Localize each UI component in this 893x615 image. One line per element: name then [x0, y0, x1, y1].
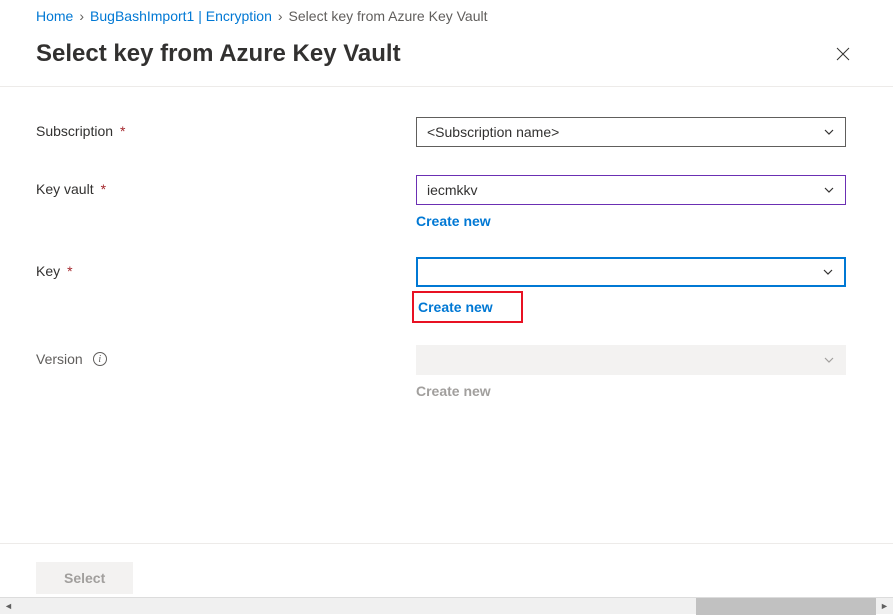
field-keyvault: Key vault * iecmkkv Create new [36, 175, 857, 229]
chevron-down-icon [821, 352, 837, 368]
field-subscription: Subscription * <Subscription name> [36, 117, 857, 147]
highlight-annotation: Create new [412, 291, 523, 323]
dropdown-value: iecmkkv [427, 182, 478, 198]
label-text: Key [36, 263, 60, 279]
blade-header: Select key from Azure Key Vault [0, 34, 893, 87]
chevron-down-icon [821, 124, 837, 140]
footer: Select [0, 543, 893, 594]
page-title: Select key from Azure Key Vault [36, 40, 401, 68]
scroll-left-icon[interactable]: ◄ [0, 598, 17, 615]
field-version: Version i Create new [36, 345, 857, 399]
scrollbar-thumb[interactable] [696, 598, 876, 615]
subscription-dropdown[interactable]: <Subscription name> [416, 117, 846, 147]
create-new-version-link: Create new [416, 383, 491, 399]
breadcrumb: Home › BugBashImport1 | Encryption › Sel… [0, 0, 893, 34]
chevron-right-icon: › [79, 8, 84, 24]
label-keyvault: Key vault * [36, 175, 416, 197]
version-dropdown [416, 345, 846, 375]
required-indicator: * [120, 123, 125, 139]
chevron-right-icon: › [278, 8, 283, 24]
chevron-down-icon [820, 264, 836, 280]
form-area: Subscription * <Subscription name> Key v… [0, 87, 893, 399]
label-subscription: Subscription * [36, 117, 416, 139]
field-key: Key * Create new [36, 257, 857, 323]
label-text: Version [36, 351, 83, 367]
breadcrumb-resource[interactable]: BugBashImport1 | Encryption [90, 8, 272, 24]
breadcrumb-current: Select key from Azure Key Vault [289, 8, 488, 24]
label-text: Subscription [36, 123, 113, 139]
scroll-right-icon[interactable]: ► [876, 598, 893, 615]
create-new-key-link[interactable]: Create new [418, 299, 493, 315]
label-key: Key * [36, 257, 416, 279]
breadcrumb-home[interactable]: Home [36, 8, 73, 24]
required-indicator: * [67, 263, 72, 279]
key-dropdown[interactable] [416, 257, 846, 287]
dropdown-value: <Subscription name> [427, 124, 559, 140]
create-new-keyvault-link[interactable]: Create new [416, 213, 491, 229]
close-icon [835, 46, 851, 62]
keyvault-dropdown[interactable]: iecmkkv [416, 175, 846, 205]
select-button[interactable]: Select [36, 562, 133, 594]
close-button[interactable] [829, 40, 857, 68]
label-version: Version i [36, 345, 416, 367]
horizontal-scrollbar[interactable]: ◄ ► [0, 597, 893, 614]
label-text: Key vault [36, 181, 94, 197]
required-indicator: * [101, 181, 106, 197]
info-icon[interactable]: i [93, 352, 107, 366]
chevron-down-icon [821, 182, 837, 198]
